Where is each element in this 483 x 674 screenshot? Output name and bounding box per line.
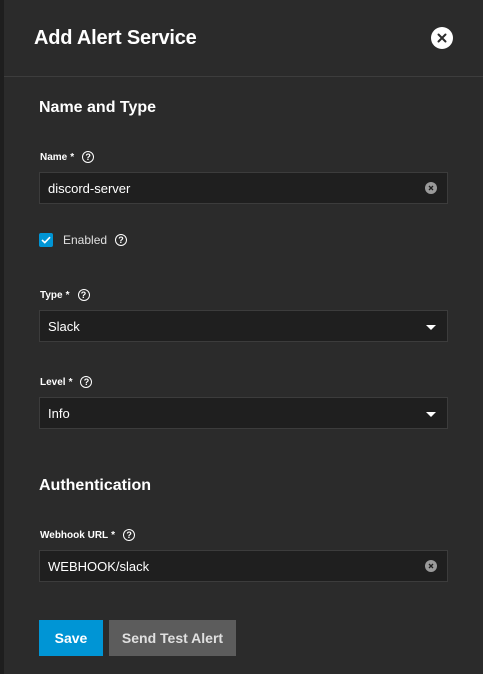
help-icon[interactable]: ?	[77, 289, 90, 301]
required-mark: *	[68, 376, 73, 388]
section-title-name-type: Name and Type	[39, 99, 157, 116]
x-mark-icon	[428, 185, 434, 191]
name-input-value: discord-server	[48, 180, 131, 196]
name-label: Name * ?	[40, 151, 95, 163]
close-icon	[437, 33, 447, 43]
dialog-header: Add Alert Service	[4, 0, 483, 77]
add-alert-service-panel: Add Alert Service Name and Type Name * ?…	[4, 0, 483, 674]
level-select[interactable]: Info	[39, 397, 448, 429]
close-button[interactable]	[431, 27, 453, 49]
help-icon[interactable]: ?	[82, 151, 95, 163]
help-icon[interactable]: ?	[115, 234, 128, 246]
name-label-text: Name	[40, 151, 68, 163]
type-select-value: Slack	[48, 318, 80, 334]
help-icon[interactable]: ?	[80, 376, 93, 388]
level-select-value: Info	[48, 405, 70, 421]
clear-icon[interactable]	[425, 560, 437, 572]
required-mark: *	[111, 529, 116, 541]
level-label: Level * ?	[40, 376, 93, 388]
x-mark-icon	[428, 563, 434, 569]
enabled-checkbox-row: Enabled ?	[39, 233, 128, 247]
send-test-alert-button[interactable]: Send Test Alert	[109, 620, 236, 656]
enabled-label: Enabled	[63, 233, 108, 247]
level-label-text: Level	[40, 376, 66, 388]
required-mark: *	[65, 289, 70, 301]
webhook-url-label-text: Webhook URL	[40, 529, 109, 541]
webhook-url-input[interactable]: WEBHOOK/slack	[39, 550, 448, 582]
dialog-title: Add Alert Service	[34, 27, 197, 49]
webhook-url-label: Webhook URL * ?	[40, 529, 136, 541]
enabled-checkbox[interactable]	[39, 233, 53, 247]
name-input[interactable]: discord-server	[39, 172, 448, 204]
type-label: Type * ?	[40, 289, 90, 301]
type-label-text: Type	[40, 289, 63, 301]
chevron-down-icon	[426, 412, 436, 417]
save-button[interactable]: Save	[39, 620, 103, 656]
check-icon	[41, 236, 51, 244]
help-icon[interactable]: ?	[123, 529, 136, 541]
required-mark: *	[70, 151, 75, 163]
clear-icon[interactable]	[425, 182, 437, 194]
type-select[interactable]: Slack	[39, 310, 448, 342]
webhook-url-input-value: WEBHOOK/slack	[48, 558, 150, 574]
section-title-authentication: Authentication	[39, 477, 151, 494]
chevron-down-icon	[426, 325, 436, 330]
